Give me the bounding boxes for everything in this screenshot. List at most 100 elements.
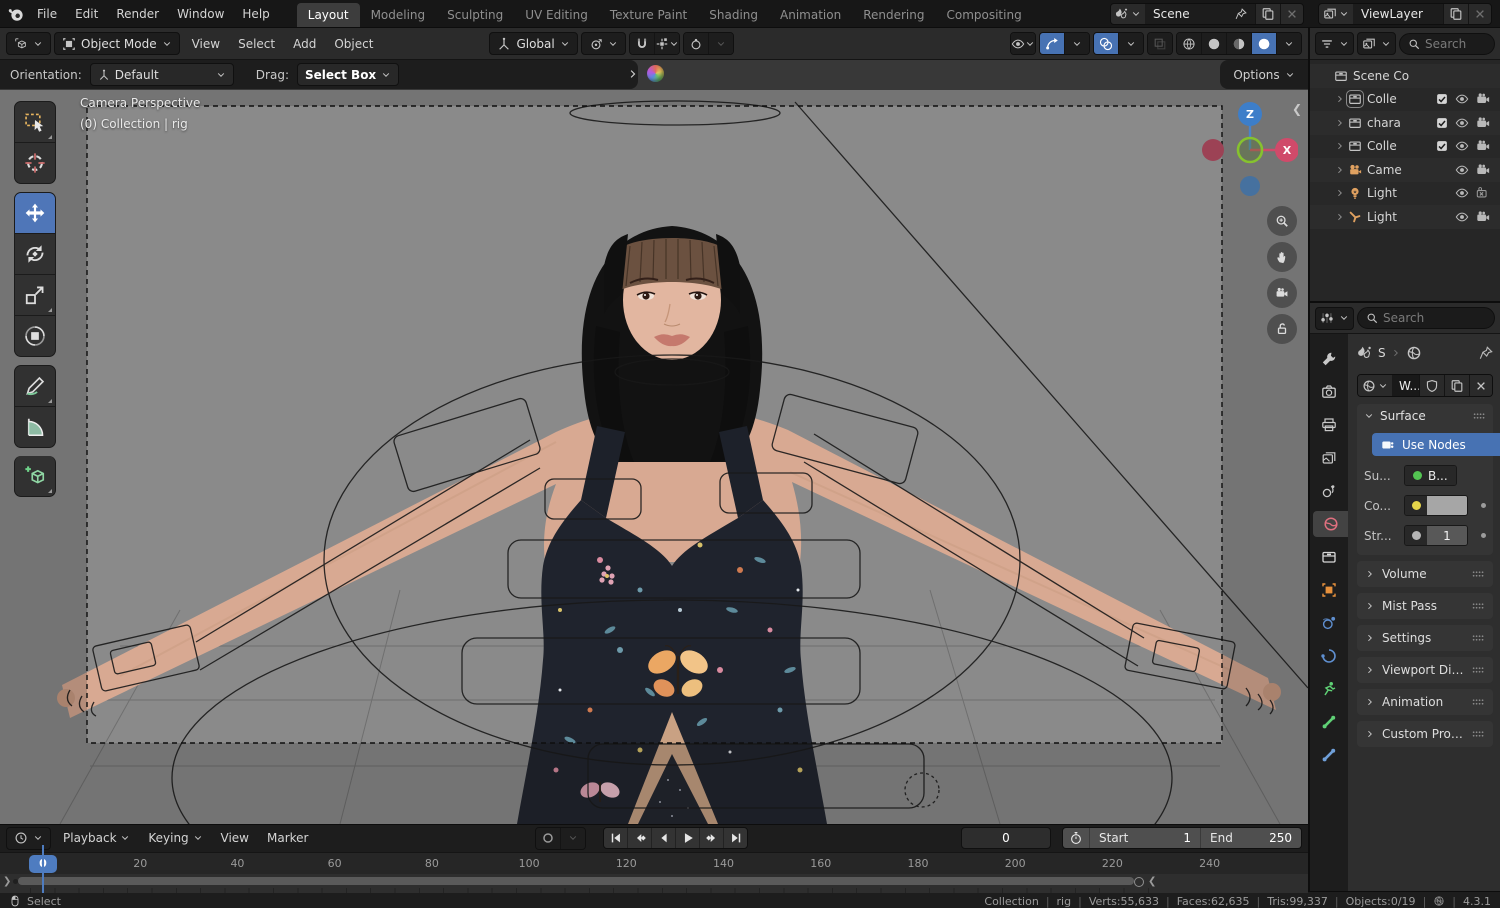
camera-excluded-icon[interactable] xyxy=(1476,186,1490,200)
expand-icon[interactable] xyxy=(1335,94,1345,104)
timeline-editor-dropdown[interactable] xyxy=(6,826,51,850)
scrollbar-handle[interactable] xyxy=(1134,877,1144,888)
last-operator-panel[interactable] xyxy=(627,65,664,82)
outliner-row-colle[interactable]: Colle xyxy=(1310,134,1500,158)
pivot-dropdown[interactable] xyxy=(580,32,626,55)
3d-viewport[interactable]: Camera Perspective (0) Collection | rig … xyxy=(0,90,1308,824)
use-nodes-button[interactable]: Use Nodes xyxy=(1372,433,1500,456)
navigation-gizmo[interactable]: Z X xyxy=(1202,96,1298,196)
expand-icon[interactable] xyxy=(1335,212,1345,222)
properties-tab-constraints[interactable] xyxy=(1310,643,1348,669)
autokey-dropdown[interactable] xyxy=(561,827,586,849)
visibility-dropdown[interactable] xyxy=(1011,33,1035,54)
tool-scale[interactable] xyxy=(14,275,56,316)
properties-tab-output[interactable] xyxy=(1310,412,1348,438)
eye-icon[interactable] xyxy=(1455,163,1469,177)
color-widget[interactable] xyxy=(1404,495,1468,516)
strength-widget[interactable]: 1 xyxy=(1404,525,1468,546)
workspace-tab-texture-paint[interactable]: Texture Paint xyxy=(599,3,698,27)
outliner-row-chara[interactable]: chara xyxy=(1310,111,1500,135)
viewlayer-browse-button[interactable] xyxy=(1319,3,1353,24)
playback-nextkey-button[interactable] xyxy=(700,828,725,849)
checkbox-icon[interactable] xyxy=(1436,140,1448,152)
panel-settings[interactable]: Settings xyxy=(1357,625,1493,651)
timeline-menu-keying[interactable]: Keying xyxy=(139,828,211,848)
properties-tab-scene[interactable] xyxy=(1310,478,1348,504)
surface-shader-dropdown[interactable]: B... xyxy=(1404,465,1457,486)
viewlayer-name-field[interactable]: ViewLayer xyxy=(1353,3,1443,24)
strength-value[interactable]: 1 xyxy=(1427,526,1467,545)
eye-icon[interactable] xyxy=(1455,210,1469,224)
strength-socket-button[interactable] xyxy=(1405,526,1427,545)
viewport-menu-object[interactable]: Object xyxy=(325,34,382,54)
animate-dot[interactable] xyxy=(1481,533,1486,538)
scroll-right-icon[interactable]: ❮ xyxy=(1148,876,1156,887)
playback-first-button[interactable] xyxy=(604,828,629,849)
unlink-world-button[interactable] xyxy=(1469,375,1492,396)
outliner-row-light[interactable]: Light xyxy=(1310,205,1500,229)
properties-tab-collection[interactable] xyxy=(1310,544,1348,570)
outliner-search[interactable]: Search xyxy=(1399,32,1495,55)
eye-icon[interactable] xyxy=(1455,139,1469,153)
viewlayer-new-button[interactable] xyxy=(1443,3,1468,24)
frame-end-field[interactable]: End 250 xyxy=(1201,828,1301,849)
workspace-tab-compositing[interactable]: Compositing xyxy=(935,3,1032,27)
eye-icon[interactable] xyxy=(1455,186,1469,200)
properties-tab-bone-constraints[interactable] xyxy=(1310,742,1348,768)
timeline-menu-playback[interactable]: Playback xyxy=(54,828,139,848)
surface-panel-header[interactable]: Surface xyxy=(1364,409,1486,423)
properties-tab-render[interactable] xyxy=(1310,379,1348,405)
outliner-display-dropdown[interactable] xyxy=(1357,32,1396,55)
tool-move[interactable] xyxy=(14,192,56,234)
mode-dropdown[interactable]: Object Mode xyxy=(54,32,180,55)
properties-tab-tool[interactable] xyxy=(1310,346,1348,372)
menu-help[interactable]: Help xyxy=(233,4,278,24)
fake-user-button[interactable] xyxy=(1419,375,1444,396)
viewlayer-remove-button[interactable] xyxy=(1468,3,1491,24)
panel-custom-properties[interactable]: Custom Properties xyxy=(1357,721,1493,747)
gizmos-dropdown[interactable] xyxy=(1065,33,1089,54)
workspace-tab-uv-editing[interactable]: UV Editing xyxy=(514,3,599,27)
orientation-dropdown[interactable]: Global xyxy=(489,32,578,55)
panel-mist-pass[interactable]: Mist Pass xyxy=(1357,593,1493,619)
panel-viewport-display[interactable]: Viewport Display xyxy=(1357,657,1493,683)
pin-icon[interactable] xyxy=(1235,7,1247,20)
outliner-row-light[interactable]: Light xyxy=(1310,181,1500,205)
blender-logo-icon[interactable] xyxy=(8,5,26,23)
gizmos-toggle[interactable] xyxy=(1040,33,1065,54)
properties-tab-view-layer[interactable] xyxy=(1310,445,1348,471)
overlays-dropdown[interactable] xyxy=(1119,33,1143,54)
pin-icon[interactable] xyxy=(1479,346,1493,360)
nav-lockopen-button[interactable] xyxy=(1267,314,1297,344)
viewport-menu-view[interactable]: View xyxy=(183,34,229,54)
timeline-menu-marker[interactable]: Marker xyxy=(258,828,317,848)
camera-visibility-icon[interactable] xyxy=(1476,92,1490,106)
nav-hand-button[interactable] xyxy=(1267,242,1297,272)
tool-transform[interactable] xyxy=(14,316,56,357)
scene-browse-button[interactable] xyxy=(1111,3,1145,24)
viewport-menu-add[interactable]: Add xyxy=(284,34,325,54)
snap-settings-dropdown[interactable] xyxy=(654,33,679,54)
workspace-tab-shading[interactable]: Shading xyxy=(698,3,769,27)
playback-last-button[interactable] xyxy=(724,828,748,849)
outliner-row-came[interactable]: Came xyxy=(1310,158,1500,182)
scene-unlink-button[interactable] xyxy=(1280,3,1303,24)
scene-name-field[interactable]: Scene xyxy=(1145,3,1255,24)
nav-camview-button[interactable] xyxy=(1267,278,1297,308)
menu-window[interactable]: Window xyxy=(168,4,233,24)
timeline-ruler[interactable]: 0 20406080100120140160180200220240 xyxy=(0,851,1308,875)
properties-tab-object[interactable] xyxy=(1310,577,1348,603)
timeline-scrollbar[interactable] xyxy=(18,877,1134,886)
proportional-edit-toggle[interactable] xyxy=(683,33,709,54)
playback-play-button[interactable] xyxy=(676,828,701,849)
breadcrumb-scene[interactable]: S xyxy=(1378,346,1386,360)
workspace-tab-layout[interactable]: Layout xyxy=(296,3,360,27)
camera-visibility-icon[interactable] xyxy=(1476,163,1490,177)
workspace-tab-modeling[interactable]: Modeling xyxy=(360,3,437,27)
workspace-tab-rendering[interactable]: Rendering xyxy=(852,3,935,27)
viewport-menu-select[interactable]: Select xyxy=(229,34,284,54)
expand-icon[interactable] xyxy=(1335,118,1345,128)
properties-editor-dropdown[interactable] xyxy=(1315,306,1354,330)
editor-type-dropdown[interactable] xyxy=(6,32,51,55)
overlays-toggle[interactable] xyxy=(1094,33,1119,54)
